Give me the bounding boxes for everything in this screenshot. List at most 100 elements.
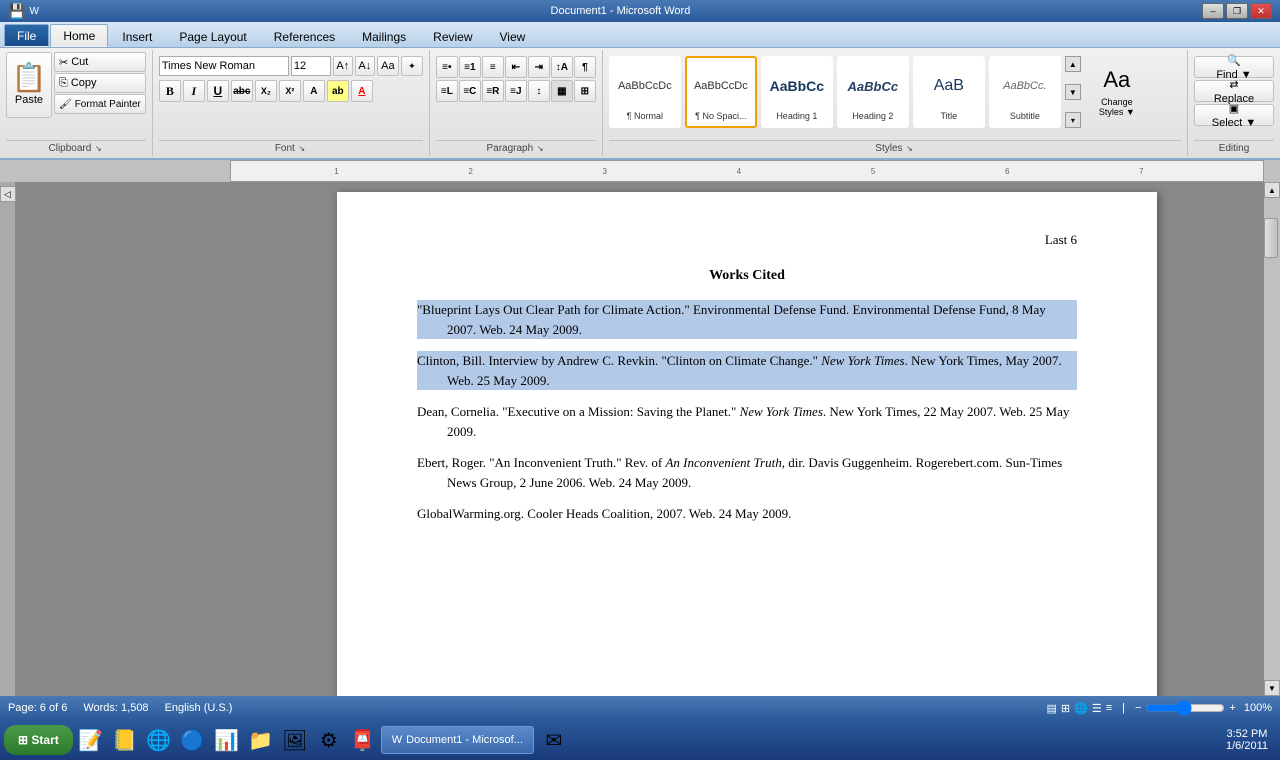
citation-5: GlobalWarming.org. Cooler Heads Coalitio… (417, 504, 1077, 524)
strikethrough-button[interactable]: abc (231, 80, 253, 102)
scroll-thumb[interactable] (1264, 218, 1278, 258)
change-case-button[interactable]: Aa (377, 56, 399, 76)
increase-indent-button[interactable]: ⇥ (528, 56, 550, 78)
paste-button[interactable]: 📋 Paste (6, 52, 52, 118)
font-group: A↑ A↓ Aa ✦ B I U abc X₂ X² A ab A Font ↘ (153, 50, 430, 156)
vertical-scrollbar[interactable]: ▲ ▼ (1264, 182, 1280, 696)
text-effects-button[interactable]: A (303, 80, 325, 102)
zoom-out-icon[interactable]: − (1135, 702, 1141, 714)
start-button[interactable]: ⊞ Start (4, 725, 73, 755)
align-center-button[interactable]: ≡C (459, 80, 481, 102)
font-name-select[interactable] (159, 56, 289, 76)
tab-home[interactable]: Home (50, 24, 108, 47)
active-app[interactable]: W Document1 - Microsof... (381, 726, 534, 754)
styles-scroll-up[interactable]: ▲ (1065, 56, 1081, 72)
tab-mailings[interactable]: Mailings (349, 25, 419, 47)
clear-format-button[interactable]: ✦ (401, 56, 423, 76)
zoom-slider[interactable] (1145, 702, 1225, 714)
tab-page-layout[interactable]: Page Layout (166, 25, 259, 47)
format-painter-button[interactable]: 🖌 Format Painter (54, 94, 146, 114)
taskbar-icon-8[interactable]: ⚙ (313, 724, 345, 756)
font-expand-icon[interactable]: ↘ (297, 144, 307, 154)
show-formatting-button[interactable]: ¶ (574, 56, 596, 78)
change-styles-button[interactable]: Aa ChangeStyles ▼ (1089, 61, 1145, 123)
italic-button[interactable]: I (183, 80, 205, 102)
format-painter-icon: 🖌 (59, 99, 72, 110)
scroll-down-button[interactable]: ▼ (1264, 680, 1280, 696)
style-title-preview: AaB (919, 64, 979, 109)
styles-more[interactable]: ▾ (1065, 112, 1081, 128)
minimize-button[interactable]: – (1202, 3, 1224, 19)
bullets-button[interactable]: ≡• (436, 56, 458, 78)
ruler-area: 1 2 3 4 5 6 7 (0, 160, 1280, 182)
justify-button[interactable]: ≡J (505, 80, 527, 102)
replace-button[interactable]: ⇄ Replace (1194, 80, 1274, 102)
superscript-button[interactable]: X² (279, 80, 301, 102)
page-container[interactable]: Last 6 Works Cited "Blueprint Lays Out C… (230, 182, 1264, 696)
taskbar-icon-5[interactable]: 📊 (211, 724, 243, 756)
shading-button[interactable]: ▦ (551, 80, 573, 102)
style-no-spacing[interactable]: AaBbCcDc ¶ No Spaci... (685, 56, 757, 128)
style-title[interactable]: AaB Title (913, 56, 985, 128)
grow-font-button[interactable]: A↑ (333, 56, 353, 76)
clipboard-expand-icon[interactable]: ↘ (93, 144, 103, 154)
align-right-button[interactable]: ≡R (482, 80, 504, 102)
taskbar-icon-7[interactable]: 🖼 (279, 724, 311, 756)
subscript-button[interactable]: X₂ (255, 80, 277, 102)
scroll-up-button[interactable]: ▲ (1264, 182, 1280, 198)
taskbar-icon-6[interactable]: 📁 (245, 724, 277, 756)
view-normal-icon[interactable]: ▤ (1047, 702, 1057, 715)
view-web-icon[interactable]: 🌐 (1074, 702, 1088, 715)
tab-file[interactable]: File (4, 24, 49, 47)
word-icon: W (392, 734, 402, 746)
line-spacing-button[interactable]: ↕ (528, 80, 550, 102)
find-button[interactable]: 🔍 Find ▼ (1194, 56, 1274, 78)
decrease-indent-button[interactable]: ⇤ (505, 56, 527, 78)
sort-button[interactable]: ↕A (551, 56, 573, 78)
font-color-button[interactable]: A (351, 80, 373, 102)
shrink-font-button[interactable]: A↓ (355, 56, 375, 76)
multilevel-list-button[interactable]: ≡ (482, 56, 504, 78)
copy-button[interactable]: ⎘ Copy (54, 73, 146, 93)
close-button[interactable]: ✕ (1250, 3, 1272, 19)
citation-4: Ebert, Roger. "An Inconvenient Truth." R… (417, 453, 1077, 492)
select-button[interactable]: ▣ Select ▼ (1194, 104, 1274, 126)
taskbar-icon-4[interactable]: 🔵 (177, 724, 209, 756)
page-number: Last 6 (417, 232, 1077, 248)
tab-insert[interactable]: Insert (109, 25, 165, 47)
scroll-track[interactable] (1264, 198, 1280, 680)
align-left-button[interactable]: ≡L (436, 80, 458, 102)
paragraph-expand-icon[interactable]: ↘ (535, 144, 545, 154)
numbering-button[interactable]: ≡1 (459, 56, 481, 78)
cut-button[interactable]: ✂ Cut (54, 52, 146, 72)
taskbar-icon-3[interactable]: 🌐 (143, 724, 175, 756)
style-heading1[interactable]: AaBbCc Heading 1 (761, 56, 833, 128)
taskbar-icon-10[interactable]: ✉ (538, 724, 570, 756)
tab-view[interactable]: View (487, 25, 539, 47)
style-normal[interactable]: AaBbCcDc ¶ Normal (609, 56, 681, 128)
tab-review[interactable]: Review (420, 25, 485, 47)
view-fullscreen-icon[interactable]: ⊞ (1061, 702, 1070, 715)
replace-icon: ⇄ (1229, 78, 1238, 91)
taskbar-icon-2[interactable]: 📒 (109, 724, 141, 756)
style-heading2[interactable]: AaBbCc Heading 2 (837, 56, 909, 128)
style-subtitle[interactable]: AaBbCc. Subtitle (989, 56, 1061, 128)
borders-button[interactable]: ⊞ (574, 80, 596, 102)
view-draft-icon[interactable]: ≡ (1106, 702, 1112, 714)
text-highlight-button[interactable]: ab (327, 80, 349, 102)
left-margin-button[interactable]: ◁ (0, 186, 16, 202)
restore-button[interactable]: ❐ (1226, 3, 1248, 19)
title-bar: 💾 W Document1 - Microsoft Word – ❐ ✕ (0, 0, 1280, 22)
styles-expand-icon[interactable]: ↘ (905, 144, 915, 154)
paragraph-group: ≡• ≡1 ≡ ⇤ ⇥ ↕A ¶ ≡L ≡C ≡R ≡J ↕ ▦ ⊞ Parag… (430, 50, 603, 156)
underline-button[interactable]: U (207, 80, 229, 102)
taskbar-icon-9[interactable]: 📮 (347, 724, 379, 756)
taskbar-icon-1[interactable]: 📝 (75, 724, 107, 756)
font-size-select[interactable] (291, 56, 331, 76)
view-outline-icon[interactable]: ☰ (1092, 702, 1102, 715)
bold-button[interactable]: B (159, 80, 181, 102)
styles-scroll-down[interactable]: ▼ (1065, 84, 1081, 100)
tab-references[interactable]: References (261, 25, 348, 47)
zoom-in-icon[interactable]: + (1229, 702, 1235, 714)
paste-icon: 📋 (12, 64, 47, 92)
